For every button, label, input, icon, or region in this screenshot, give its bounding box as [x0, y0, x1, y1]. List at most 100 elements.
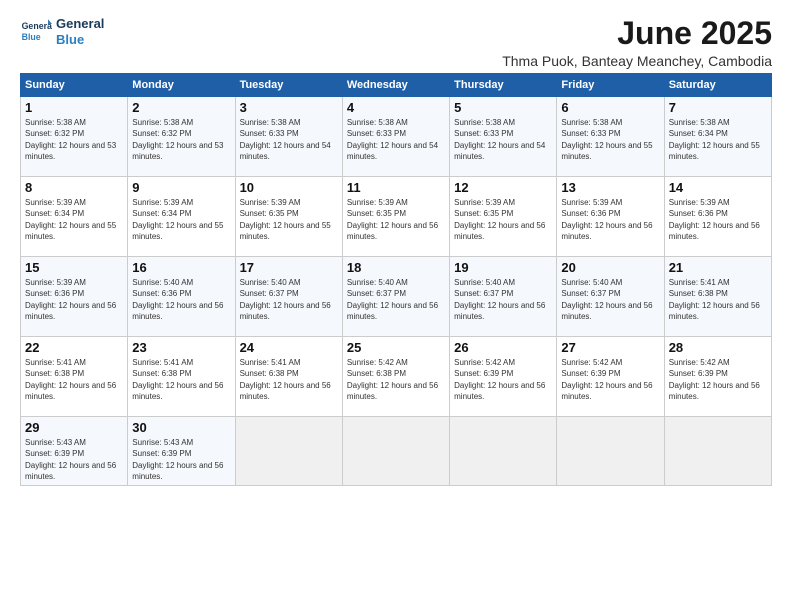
day-number: 19 [454, 260, 552, 275]
day-number: 14 [669, 180, 767, 195]
calendar-cell [450, 417, 557, 486]
calendar-cell: 30 Sunrise: 5:43 AM Sunset: 6:39 PM Dayl… [128, 417, 235, 486]
calendar-cell: 8 Sunrise: 5:39 AM Sunset: 6:34 PM Dayli… [21, 177, 128, 257]
calendar-week-row: 8 Sunrise: 5:39 AM Sunset: 6:34 PM Dayli… [21, 177, 772, 257]
day-number: 15 [25, 260, 123, 275]
day-number: 23 [132, 340, 230, 355]
day-info: Sunrise: 5:41 AM Sunset: 6:38 PM Dayligh… [25, 357, 123, 402]
day-number: 1 [25, 100, 123, 115]
header-saturday: Saturday [664, 74, 771, 97]
day-info: Sunrise: 5:39 AM Sunset: 6:34 PM Dayligh… [132, 197, 230, 242]
day-info: Sunrise: 5:40 AM Sunset: 6:37 PM Dayligh… [240, 277, 338, 322]
day-number: 7 [669, 100, 767, 115]
title-block: June 2025 Thma Puok, Banteay Meanchey, C… [502, 16, 772, 69]
calendar-cell: 1 Sunrise: 5:38 AM Sunset: 6:32 PM Dayli… [21, 97, 128, 177]
day-info: Sunrise: 5:40 AM Sunset: 6:36 PM Dayligh… [132, 277, 230, 322]
day-info: Sunrise: 5:42 AM Sunset: 6:39 PM Dayligh… [454, 357, 552, 402]
day-number: 13 [561, 180, 659, 195]
day-info: Sunrise: 5:41 AM Sunset: 6:38 PM Dayligh… [132, 357, 230, 402]
day-info: Sunrise: 5:39 AM Sunset: 6:36 PM Dayligh… [561, 197, 659, 242]
calendar-page: General Blue General Blue June 2025 Thma… [0, 0, 792, 612]
day-number: 28 [669, 340, 767, 355]
weekday-header-row: Sunday Monday Tuesday Wednesday Thursday… [21, 74, 772, 97]
day-info: Sunrise: 5:41 AM Sunset: 6:38 PM Dayligh… [240, 357, 338, 402]
day-info: Sunrise: 5:39 AM Sunset: 6:36 PM Dayligh… [669, 197, 767, 242]
day-info: Sunrise: 5:42 AM Sunset: 6:38 PM Dayligh… [347, 357, 445, 402]
calendar-table: Sunday Monday Tuesday Wednesday Thursday… [20, 73, 772, 486]
day-info: Sunrise: 5:42 AM Sunset: 6:39 PM Dayligh… [561, 357, 659, 402]
calendar-body: 1 Sunrise: 5:38 AM Sunset: 6:32 PM Dayli… [21, 97, 772, 486]
day-info: Sunrise: 5:38 AM Sunset: 6:33 PM Dayligh… [240, 117, 338, 162]
day-info: Sunrise: 5:38 AM Sunset: 6:33 PM Dayligh… [561, 117, 659, 162]
calendar-cell: 2 Sunrise: 5:38 AM Sunset: 6:32 PM Dayli… [128, 97, 235, 177]
header-thursday: Thursday [450, 74, 557, 97]
day-info: Sunrise: 5:40 AM Sunset: 6:37 PM Dayligh… [347, 277, 445, 322]
day-number: 26 [454, 340, 552, 355]
day-number: 3 [240, 100, 338, 115]
logo-line2: Blue [56, 32, 104, 48]
calendar-cell: 15 Sunrise: 5:39 AM Sunset: 6:36 PM Dayl… [21, 257, 128, 337]
location-title: Thma Puok, Banteay Meanchey, Cambodia [502, 53, 772, 69]
day-info: Sunrise: 5:39 AM Sunset: 6:35 PM Dayligh… [240, 197, 338, 242]
header-tuesday: Tuesday [235, 74, 342, 97]
day-number: 8 [25, 180, 123, 195]
calendar-cell: 7 Sunrise: 5:38 AM Sunset: 6:34 PM Dayli… [664, 97, 771, 177]
day-info: Sunrise: 5:40 AM Sunset: 6:37 PM Dayligh… [454, 277, 552, 322]
calendar-cell: 28 Sunrise: 5:42 AM Sunset: 6:39 PM Dayl… [664, 337, 771, 417]
calendar-week-row: 29 Sunrise: 5:43 AM Sunset: 6:39 PM Dayl… [21, 417, 772, 486]
day-info: Sunrise: 5:38 AM Sunset: 6:33 PM Dayligh… [347, 117, 445, 162]
calendar-cell: 21 Sunrise: 5:41 AM Sunset: 6:38 PM Dayl… [664, 257, 771, 337]
day-number: 11 [347, 180, 445, 195]
calendar-cell: 20 Sunrise: 5:40 AM Sunset: 6:37 PM Dayl… [557, 257, 664, 337]
day-info: Sunrise: 5:43 AM Sunset: 6:39 PM Dayligh… [132, 437, 230, 482]
month-title: June 2025 [502, 16, 772, 51]
logo-line1: General [56, 16, 104, 32]
calendar-cell: 11 Sunrise: 5:39 AM Sunset: 6:35 PM Dayl… [342, 177, 449, 257]
calendar-cell: 23 Sunrise: 5:41 AM Sunset: 6:38 PM Dayl… [128, 337, 235, 417]
day-number: 27 [561, 340, 659, 355]
calendar-cell: 9 Sunrise: 5:39 AM Sunset: 6:34 PM Dayli… [128, 177, 235, 257]
day-info: Sunrise: 5:40 AM Sunset: 6:37 PM Dayligh… [561, 277, 659, 322]
calendar-cell: 13 Sunrise: 5:39 AM Sunset: 6:36 PM Dayl… [557, 177, 664, 257]
day-number: 9 [132, 180, 230, 195]
calendar-cell: 3 Sunrise: 5:38 AM Sunset: 6:33 PM Dayli… [235, 97, 342, 177]
day-info: Sunrise: 5:38 AM Sunset: 6:32 PM Dayligh… [25, 117, 123, 162]
day-number: 21 [669, 260, 767, 275]
day-info: Sunrise: 5:39 AM Sunset: 6:35 PM Dayligh… [347, 197, 445, 242]
svg-text:Blue: Blue [22, 32, 41, 42]
calendar-cell: 19 Sunrise: 5:40 AM Sunset: 6:37 PM Dayl… [450, 257, 557, 337]
day-info: Sunrise: 5:43 AM Sunset: 6:39 PM Dayligh… [25, 437, 123, 482]
day-number: 25 [347, 340, 445, 355]
calendar-cell: 10 Sunrise: 5:39 AM Sunset: 6:35 PM Dayl… [235, 177, 342, 257]
day-number: 5 [454, 100, 552, 115]
day-number: 18 [347, 260, 445, 275]
calendar-cell: 6 Sunrise: 5:38 AM Sunset: 6:33 PM Dayli… [557, 97, 664, 177]
day-number: 20 [561, 260, 659, 275]
day-number: 17 [240, 260, 338, 275]
header-sunday: Sunday [21, 74, 128, 97]
header-wednesday: Wednesday [342, 74, 449, 97]
calendar-cell [342, 417, 449, 486]
calendar-cell: 17 Sunrise: 5:40 AM Sunset: 6:37 PM Dayl… [235, 257, 342, 337]
day-number: 12 [454, 180, 552, 195]
calendar-week-row: 15 Sunrise: 5:39 AM Sunset: 6:36 PM Dayl… [21, 257, 772, 337]
calendar-cell: 5 Sunrise: 5:38 AM Sunset: 6:33 PM Dayli… [450, 97, 557, 177]
day-number: 4 [347, 100, 445, 115]
day-info: Sunrise: 5:38 AM Sunset: 6:33 PM Dayligh… [454, 117, 552, 162]
calendar-cell: 25 Sunrise: 5:42 AM Sunset: 6:38 PM Dayl… [342, 337, 449, 417]
calendar-cell: 12 Sunrise: 5:39 AM Sunset: 6:35 PM Dayl… [450, 177, 557, 257]
header: General Blue General Blue June 2025 Thma… [20, 16, 772, 69]
header-friday: Friday [557, 74, 664, 97]
day-number: 2 [132, 100, 230, 115]
calendar-cell: 22 Sunrise: 5:41 AM Sunset: 6:38 PM Dayl… [21, 337, 128, 417]
calendar-cell: 4 Sunrise: 5:38 AM Sunset: 6:33 PM Dayli… [342, 97, 449, 177]
day-number: 22 [25, 340, 123, 355]
calendar-cell: 24 Sunrise: 5:41 AM Sunset: 6:38 PM Dayl… [235, 337, 342, 417]
day-info: Sunrise: 5:42 AM Sunset: 6:39 PM Dayligh… [669, 357, 767, 402]
calendar-week-row: 1 Sunrise: 5:38 AM Sunset: 6:32 PM Dayli… [21, 97, 772, 177]
day-info: Sunrise: 5:39 AM Sunset: 6:34 PM Dayligh… [25, 197, 123, 242]
day-number: 6 [561, 100, 659, 115]
header-monday: Monday [128, 74, 235, 97]
day-info: Sunrise: 5:39 AM Sunset: 6:35 PM Dayligh… [454, 197, 552, 242]
logo-icon: General Blue [20, 16, 52, 48]
